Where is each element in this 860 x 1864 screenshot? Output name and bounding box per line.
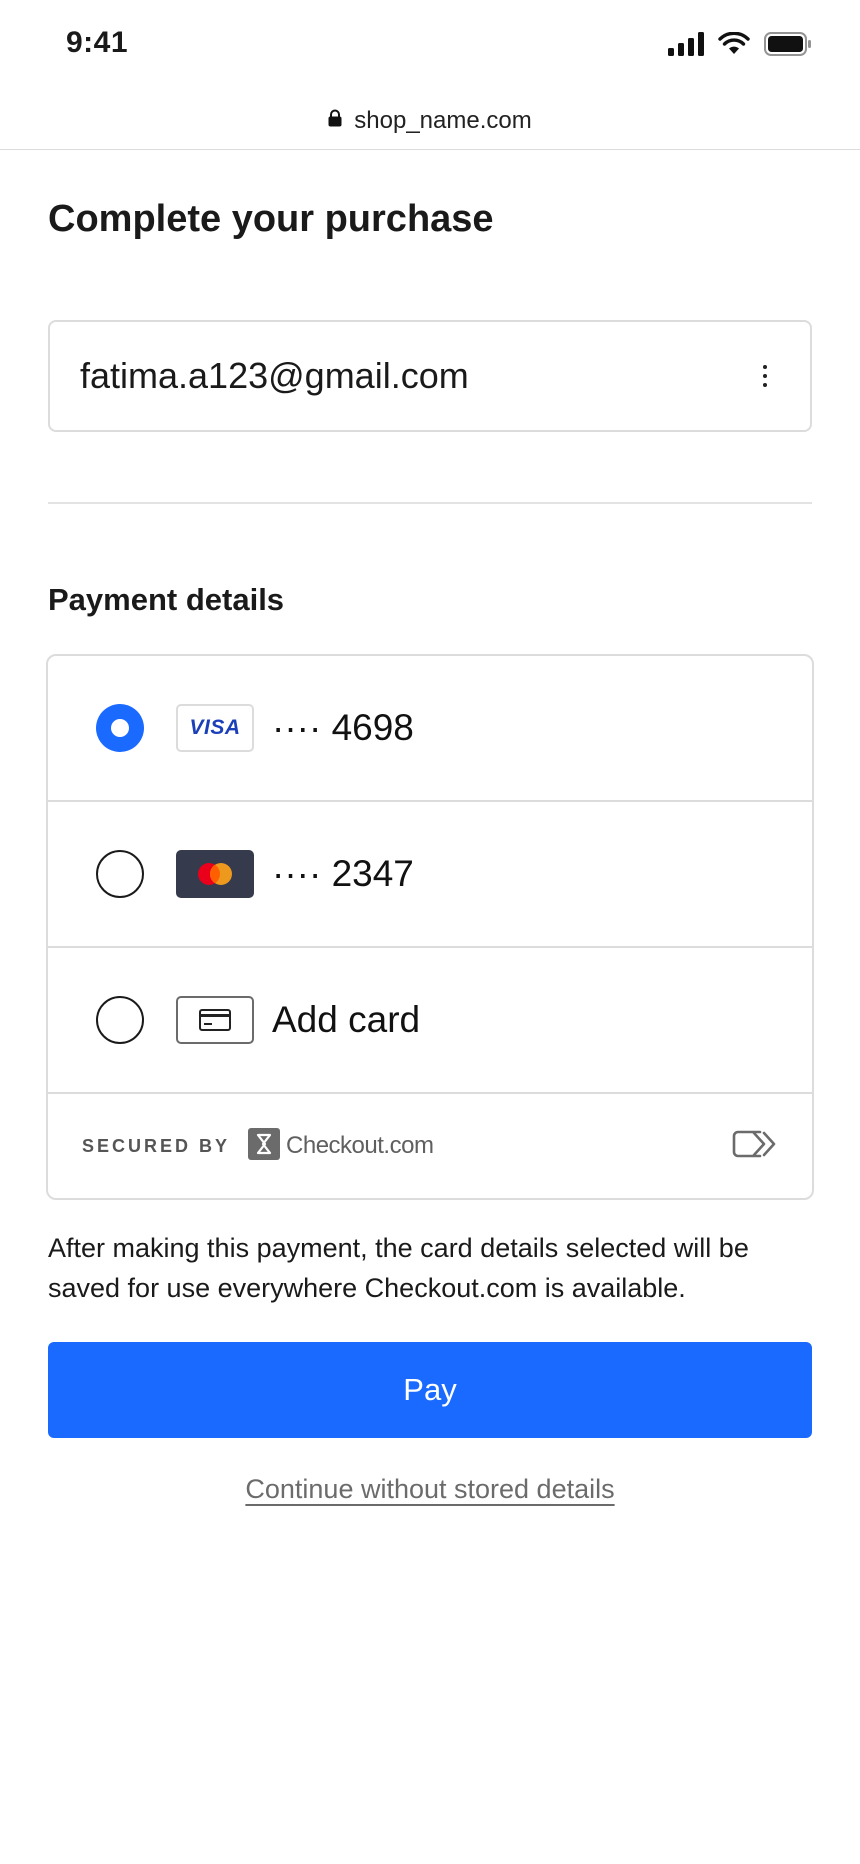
payment-section-title: Payment details bbox=[48, 582, 285, 617]
page-title: Complete your purchase bbox=[48, 198, 494, 240]
radio-unselected[interactable] bbox=[96, 850, 144, 898]
status-time: 9:41 bbox=[66, 26, 129, 59]
secured-by-footer: SECURED BY Checkout.com bbox=[48, 1094, 812, 1198]
wifi-icon bbox=[718, 31, 750, 61]
add-card-label: Add card bbox=[272, 999, 421, 1040]
url-text: shop_name.com bbox=[354, 106, 532, 134]
payment-methods-list: VISA ···· 4698 ···· 2347 Add card SECURE… bbox=[46, 654, 814, 1200]
checkout-brand-text: Checkout.com bbox=[286, 1132, 434, 1159]
account-email-box: fatima.a123@gmail.com bbox=[48, 320, 812, 432]
radio-unselected[interactable] bbox=[96, 996, 144, 1044]
checkout-mark-icon bbox=[248, 1127, 281, 1165]
pay-button[interactable]: Pay bbox=[48, 1342, 812, 1438]
visa-logo-icon: VISA bbox=[176, 704, 254, 752]
checkout-logo: Checkout.com bbox=[248, 1127, 434, 1165]
status-bar: 9:41 bbox=[0, 0, 860, 92]
radio-selected[interactable] bbox=[96, 704, 144, 752]
url-bar[interactable]: shop_name.com bbox=[0, 92, 860, 150]
card-icon bbox=[176, 996, 254, 1044]
account-email: fatima.a123@gmail.com bbox=[80, 355, 469, 396]
card-number-masked: ···· 2347 bbox=[272, 853, 414, 894]
save-card-notice: After making this payment, the card deta… bbox=[48, 1233, 749, 1303]
secured-by-label: SECURED BY bbox=[82, 1135, 231, 1156]
section-divider bbox=[48, 502, 812, 504]
mastercard-logo-icon bbox=[176, 850, 254, 898]
checkout-pay-icon bbox=[732, 1129, 780, 1164]
status-icons bbox=[668, 31, 812, 61]
payment-option-visa[interactable]: VISA ···· 4698 bbox=[48, 656, 812, 802]
continue-without-stored-details-link[interactable]: Continue without stored details bbox=[0, 1474, 860, 1505]
lock-icon bbox=[328, 109, 342, 132]
card-number-masked: ···· 4698 bbox=[272, 707, 414, 748]
more-vertical-icon[interactable] bbox=[750, 356, 780, 396]
payment-option-add-card[interactable]: Add card bbox=[48, 948, 812, 1094]
payment-option-mastercard[interactable]: ···· 2347 bbox=[48, 802, 812, 948]
battery-icon bbox=[764, 32, 812, 61]
signal-icon bbox=[668, 32, 704, 61]
